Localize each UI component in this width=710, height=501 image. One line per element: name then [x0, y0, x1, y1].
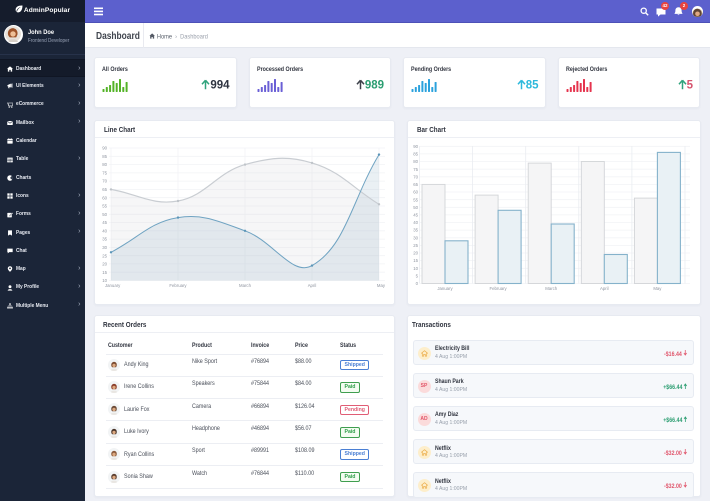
svg-text:70: 70 — [413, 174, 418, 179]
svg-text:March: March — [239, 283, 252, 288]
svg-text:75: 75 — [102, 170, 107, 175]
svg-text:20: 20 — [102, 261, 107, 266]
svg-text:50: 50 — [102, 211, 107, 216]
svg-text:55: 55 — [102, 203, 107, 208]
svg-text:15: 15 — [102, 269, 107, 274]
svg-text:50: 50 — [413, 204, 418, 209]
svg-text:40: 40 — [413, 220, 418, 225]
svg-text:January: January — [105, 283, 121, 288]
svg-text:65: 65 — [102, 187, 107, 192]
svg-text:65: 65 — [413, 182, 418, 187]
svg-text:5: 5 — [416, 273, 419, 278]
svg-text:85: 85 — [102, 153, 107, 158]
svg-text:20: 20 — [413, 250, 418, 255]
svg-text:60: 60 — [413, 189, 418, 194]
svg-text:80: 80 — [102, 162, 107, 167]
svg-text:45: 45 — [413, 212, 418, 217]
svg-text:25: 25 — [413, 243, 418, 248]
svg-text:90: 90 — [413, 143, 418, 148]
svg-text:30: 30 — [102, 245, 107, 250]
svg-text:75: 75 — [413, 166, 418, 171]
svg-text:55: 55 — [413, 197, 418, 202]
svg-text:15: 15 — [413, 258, 418, 263]
svg-text:January: January — [437, 286, 453, 291]
svg-text:April: April — [600, 286, 609, 291]
svg-text:10: 10 — [413, 265, 418, 270]
svg-text:60: 60 — [102, 195, 107, 200]
svg-text:0: 0 — [416, 281, 419, 286]
svg-text:30: 30 — [413, 235, 418, 240]
svg-text:85: 85 — [413, 151, 418, 156]
svg-text:April: April — [308, 283, 317, 288]
svg-text:25: 25 — [102, 253, 107, 258]
svg-text:February: February — [489, 286, 507, 291]
svg-text:90: 90 — [102, 145, 107, 150]
svg-text:80: 80 — [413, 159, 418, 164]
svg-text:45: 45 — [102, 220, 107, 225]
svg-text:35: 35 — [413, 227, 418, 232]
svg-text:March: March — [545, 286, 558, 291]
svg-text:35: 35 — [102, 236, 107, 241]
svg-text:May: May — [653, 286, 662, 291]
svg-text:February: February — [169, 283, 187, 288]
svg-text:40: 40 — [102, 228, 107, 233]
svg-text:May: May — [377, 283, 386, 288]
svg-text:70: 70 — [102, 178, 107, 183]
